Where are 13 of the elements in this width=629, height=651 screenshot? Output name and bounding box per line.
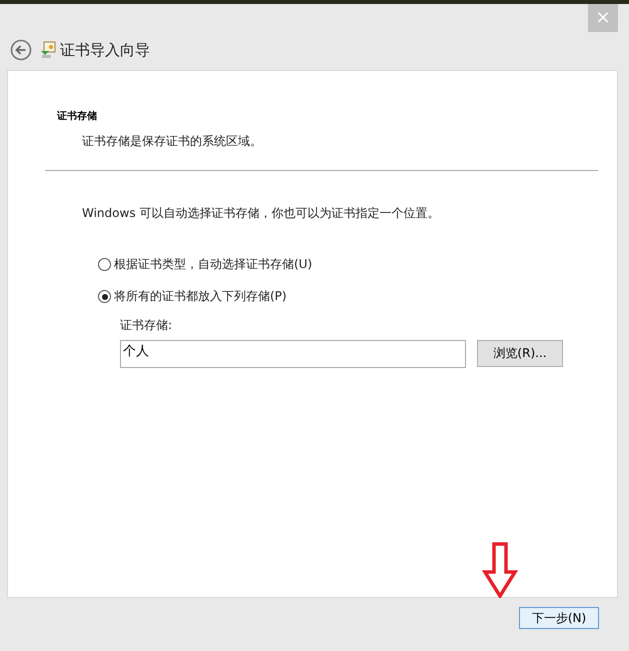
store-field[interactable]: 个人 xyxy=(120,340,466,368)
section-description: 证书存储是保存证书的系统区域。 xyxy=(82,133,263,150)
section-heading: 证书存储 xyxy=(57,110,98,123)
store-label: 证书存储: xyxy=(120,317,174,334)
radio-button[interactable] xyxy=(98,258,111,271)
certificate-icon xyxy=(40,41,56,59)
intro-text: Windows 可以自动选择证书存储，你也可以为证书指定一个位置。 xyxy=(82,205,440,222)
next-button[interactable]: 下一步(N) xyxy=(519,607,599,629)
browse-button[interactable]: 浏览(R)... xyxy=(477,340,563,367)
down-arrow-icon xyxy=(482,542,518,598)
radio-button[interactable] xyxy=(98,290,111,303)
back-icon[interactable] xyxy=(10,39,32,61)
window-title: 证书导入向导 xyxy=(60,40,150,60)
